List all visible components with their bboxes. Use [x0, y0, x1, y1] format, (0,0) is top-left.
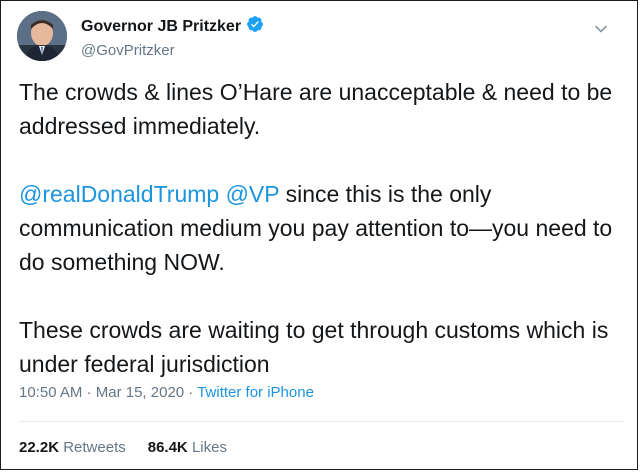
author-names: Governor JB Pritzker @GovPritzker	[81, 15, 264, 61]
divider	[19, 421, 625, 422]
tweet-meta: 10:50 AM · Mar 15, 2020 · Twitter for iP…	[19, 383, 314, 403]
verified-badge-icon	[246, 15, 264, 39]
tweet-source-link[interactable]: Twitter for iPhone	[197, 384, 314, 401]
meta-separator: ·	[184, 384, 198, 401]
tweet-text: The crowds & lines O’Hare are unacceptab…	[19, 75, 629, 381]
tweet-header: Governor JB Pritzker @GovPritzker	[17, 11, 617, 63]
tweet-time[interactable]: 10:50 AM	[19, 384, 82, 401]
tweet-paragraph-3: These crowds are waiting to get through …	[19, 317, 609, 377]
tweet-paragraph-1: The crowds & lines O’Hare are unacceptab…	[19, 79, 613, 139]
retweets-stat[interactable]: 22.2K Retweets	[19, 439, 126, 456]
author-display-name[interactable]: Governor JB Pritzker	[81, 17, 241, 37]
retweets-label: Retweets	[63, 439, 126, 456]
likes-count: 86.4K	[147, 439, 188, 456]
mention-link[interactable]: @realDonaldTrump	[19, 181, 219, 207]
chevron-down-icon[interactable]	[593, 21, 609, 37]
author-name-row[interactable]: Governor JB Pritzker	[81, 15, 264, 39]
likes-label: Likes	[191, 439, 227, 456]
likes-stat[interactable]: 86.4K Likes	[148, 439, 227, 456]
retweets-count: 22.2K	[19, 439, 60, 456]
author-handle[interactable]: @GovPritzker	[81, 41, 264, 61]
tweet-stats: 22.2K Retweets 86.4K Likes	[19, 438, 227, 458]
meta-separator: ·	[82, 384, 96, 401]
tweet-date[interactable]: Mar 15, 2020	[96, 384, 184, 401]
tweet-paragraph-2: @realDonaldTrump @VP since this is the o…	[19, 177, 629, 279]
avatar[interactable]	[17, 11, 67, 61]
tweet-card: Governor JB Pritzker @GovPritzker The cr…	[0, 0, 638, 470]
mention-link[interactable]: @VP	[226, 181, 280, 207]
